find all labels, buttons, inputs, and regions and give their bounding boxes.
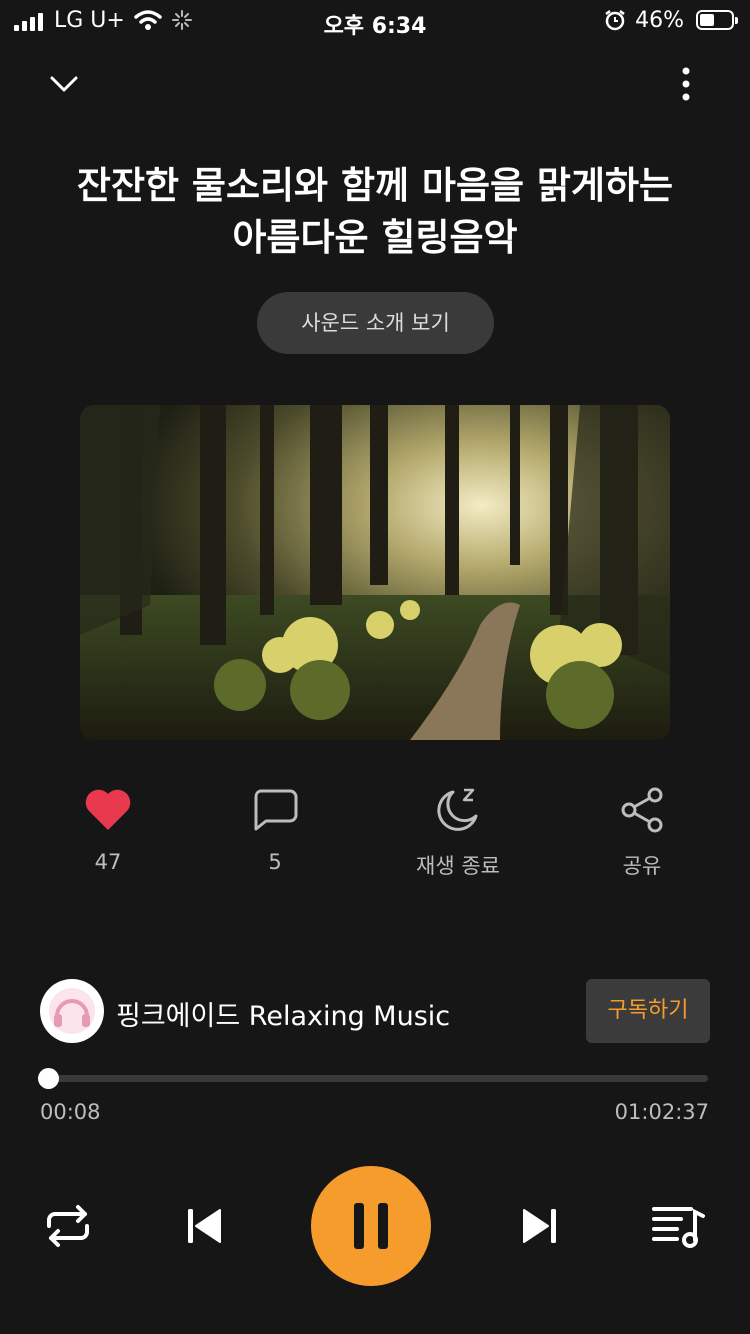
sound-info-button[interactable]: 사운드 소개 보기 xyxy=(257,292,494,354)
total-time: 01:02:37 xyxy=(614,1100,709,1124)
skip-next-icon[interactable] xyxy=(520,1206,560,1246)
skip-previous-icon[interactable] xyxy=(184,1206,224,1246)
battery-icon xyxy=(696,10,738,30)
share-icon[interactable] xyxy=(620,786,664,834)
sleep-timer-action[interactable]: 재생 종료 xyxy=(398,780,518,880)
playlist-icon[interactable] xyxy=(651,1204,705,1248)
like-count: 47 xyxy=(94,850,122,874)
share-label: 공유 xyxy=(622,854,662,878)
status-bar: LG U+ 오후 6:34 46% xyxy=(0,0,750,44)
battery-percent: 46% xyxy=(635,8,684,33)
moon-zz-icon[interactable] xyxy=(433,786,483,834)
progress-track[interactable] xyxy=(40,1075,708,1082)
chevron-down-icon[interactable] xyxy=(48,68,80,100)
comment-icon[interactable] xyxy=(252,788,298,832)
repeat-icon[interactable] xyxy=(45,1202,91,1250)
pause-icon[interactable] xyxy=(351,1201,391,1251)
comment-action[interactable]: 5 xyxy=(215,780,335,874)
like-action[interactable]: 47 xyxy=(48,780,168,874)
cover-artwork xyxy=(80,405,670,740)
channel-name[interactable]: 핑크에이드 Relaxing Music xyxy=(116,994,450,1033)
headphones-logo-icon xyxy=(49,988,95,1034)
repeat-button[interactable] xyxy=(40,1196,96,1256)
more-vertical-icon[interactable] xyxy=(672,66,700,102)
subscribe-button[interactable]: 구독하기 xyxy=(586,979,710,1043)
alarm-icon xyxy=(605,10,625,31)
playlist-button[interactable] xyxy=(648,1196,708,1256)
play-pause-button[interactable] xyxy=(311,1166,431,1286)
avatar[interactable] xyxy=(40,979,104,1043)
previous-button[interactable] xyxy=(176,1196,232,1256)
heart-icon[interactable] xyxy=(84,788,132,832)
progress-thumb[interactable] xyxy=(38,1068,60,1089)
comment-count: 5 xyxy=(268,850,282,874)
track-title: 잔잔한 물소리와 함께 마음을 맑게하는 아름다운 힐링음악 xyxy=(76,164,674,259)
next-button[interactable] xyxy=(512,1196,568,1256)
share-action[interactable]: 공유 xyxy=(582,780,702,880)
current-time: 00:08 xyxy=(40,1100,101,1124)
sleep-timer-label: 재생 종료 xyxy=(416,854,500,878)
